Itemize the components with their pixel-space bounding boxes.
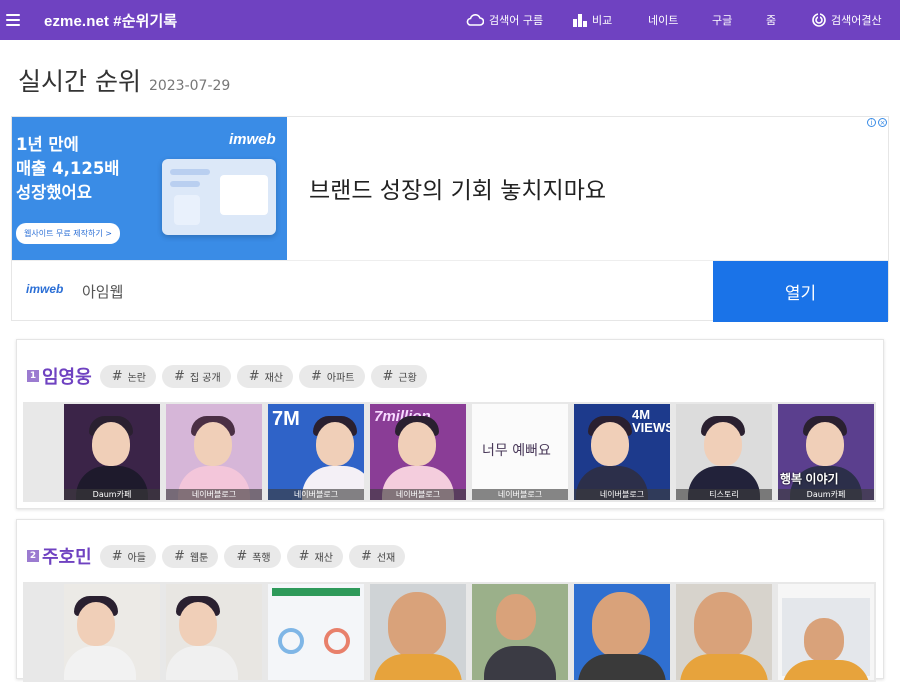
thumbnail[interactable]: 너무 예뻐요 네이버블로그	[472, 404, 568, 500]
thumbnail[interactable]: 4M VIEWS 네이버블로그	[574, 404, 670, 500]
imweb-small-logo: imweb	[26, 282, 64, 296]
nav-compare-label: 비교	[592, 14, 613, 27]
ad-footer: imweb 아임웹 열기	[12, 260, 888, 322]
related-tag[interactable]: # 아들	[99, 544, 156, 568]
thumbnail[interactable]	[64, 584, 160, 680]
rank-number: 2	[27, 550, 39, 562]
page-title: 실시간 순위	[18, 67, 141, 96]
site-brand[interactable]: ezme.net #순위기록	[44, 10, 177, 31]
thumbnail[interactable]	[268, 584, 364, 680]
thumbnail[interactable]: Daum카페	[64, 404, 160, 500]
nav-nate-label: 네이트	[648, 14, 679, 27]
ad-info-controls[interactable]: i ×	[867, 118, 887, 127]
ad-illustration	[162, 159, 276, 235]
thumbnail-source: 네이버블로그	[574, 489, 670, 500]
ad-advertiser: 아임웹	[82, 283, 124, 301]
ranking-keyword[interactable]: 주호민	[42, 543, 92, 569]
image-strip: Daum카페 네이버블로그 7M 네이버블로그 7million 네이버블로그 …	[23, 402, 876, 502]
hash-icon: #	[174, 368, 185, 384]
ad-cta-button[interactable]: 웹사이트 무료 제작하기 >	[16, 223, 120, 244]
thumbnail-source: 네이버블로그	[166, 489, 262, 500]
imweb-logo: imweb	[229, 131, 276, 148]
nav-search-settle-label: 검색어결산	[831, 14, 882, 27]
page-date: 2023-07-29	[148, 78, 231, 94]
hash-icon: #	[248, 368, 260, 384]
ranking-card-1: 1 임영웅 # 논란 # 집 공개 # 재산 # 아파트 # 근황 Daum카페 네이버블…	[16, 339, 884, 509]
spiral-icon	[812, 13, 826, 27]
thumbnail[interactable]: 네이버블로그	[166, 404, 262, 500]
thumbnail[interactable]	[574, 584, 670, 680]
ranking-card-header: 1 임영웅 # 논란 # 집 공개 # 재산 # 아파트 # 근황	[27, 362, 883, 390]
related-tag[interactable]: # 웹툰	[162, 544, 219, 568]
hash-icon: #	[174, 548, 185, 564]
thumbnail[interactable]	[370, 584, 466, 680]
nav-google[interactable]: 구글	[712, 12, 732, 28]
related-tag[interactable]: # 재산	[236, 364, 293, 388]
ad-info-icon[interactable]: i	[867, 118, 876, 127]
ad-copy: 1년 만에 매출 4,125배 성장했어요	[16, 133, 119, 205]
hash-icon: #	[360, 548, 372, 564]
hash-icon: #	[111, 368, 123, 384]
hash-icon: #	[311, 368, 322, 384]
nav-zum[interactable]: 줌	[766, 12, 776, 28]
image-strip	[23, 582, 876, 682]
ad-line-2: 매출 4,125배	[16, 159, 120, 178]
ranking-card-header: 2 주호민 # 아들 # 웹툰 # 폭행 # 재산 # 선재	[27, 542, 883, 570]
nav-nate[interactable]: 네이트	[648, 12, 678, 28]
nav-zum-label: 줌	[766, 14, 777, 27]
nav-search-cloud-label: 검색어 구름	[489, 14, 544, 27]
hash-icon: #	[298, 548, 310, 564]
cloud-icon	[466, 14, 484, 26]
related-tag[interactable]: # 재산	[286, 544, 343, 568]
thumbnail[interactable]: 7million 네이버블로그	[370, 404, 466, 500]
ad-visual[interactable]: 1년 만에 매출 4,125배 성장했어요 imweb 웹사이트 무료 제작하기…	[12, 117, 287, 260]
thumbnail[interactable]	[778, 584, 874, 680]
ad-headline[interactable]: 브랜드 성장의 기회 놓치지마요	[309, 171, 606, 205]
nav-search-settle[interactable]: 검색어결산	[812, 12, 882, 28]
thumbnail-source: 네이버블로그	[472, 489, 568, 500]
related-tag[interactable]: # 선재	[348, 544, 406, 568]
nav-google-label: 구글	[712, 14, 733, 27]
hamburger-icon[interactable]	[6, 14, 20, 26]
thumbnail[interactable]: 행복 이야기 Daum카페	[778, 404, 874, 500]
related-tag[interactable]: # 근황	[370, 364, 427, 388]
nav-search-cloud[interactable]: 검색어 구름	[466, 12, 543, 28]
related-tag[interactable]: # 집 공개	[162, 364, 231, 388]
thumbnail-source: 네이버블로그	[370, 489, 466, 500]
thumbnail-source: Daum카페	[778, 489, 874, 500]
hash-icon: #	[382, 368, 394, 384]
hash-icon: #	[236, 548, 248, 564]
ad-line-1: 1년 만에	[16, 135, 79, 154]
rank-number: 1	[27, 370, 39, 382]
related-tag[interactable]: # 폭행	[224, 544, 281, 568]
ad-banner[interactable]: 1년 만에 매출 4,125배 성장했어요 imweb 웹사이트 무료 제작하기…	[11, 116, 889, 322]
thumbnail-source: 티스토리	[676, 489, 772, 500]
thumbnail-source: Daum카페	[64, 489, 160, 500]
ranking-card-2: 2 주호민 # 아들 # 웹툰 # 폭행 # 재산 # 선재	[16, 519, 884, 682]
top-navbar: ezme.net #순위기록 검색어 구름 비교 네이트 구글 줌 검색어결산	[0, 0, 900, 40]
ad-open-button[interactable]: 열기	[713, 261, 888, 322]
thumbnail[interactable]: 티스토리	[676, 404, 772, 500]
related-tag[interactable]: # 아파트	[299, 364, 365, 388]
thumbnail[interactable]	[472, 584, 568, 680]
nav-compare[interactable]: 비교	[573, 12, 612, 28]
hash-icon: #	[111, 548, 123, 564]
thumbnail[interactable]	[676, 584, 772, 680]
related-tag[interactable]: # 논란	[99, 364, 156, 388]
page-header: 실시간 순위 2023-07-29	[0, 40, 900, 116]
thumbnail-source: 네이버블로그	[268, 489, 364, 500]
ad-line-3: 성장했어요	[16, 183, 92, 202]
ad-close-icon[interactable]: ×	[878, 118, 887, 127]
thumbnail[interactable]: 7M 네이버블로그	[268, 404, 364, 500]
thumbnail[interactable]	[166, 584, 262, 680]
ranking-keyword[interactable]: 임영웅	[42, 363, 92, 389]
bar-chart-icon	[573, 13, 587, 27]
